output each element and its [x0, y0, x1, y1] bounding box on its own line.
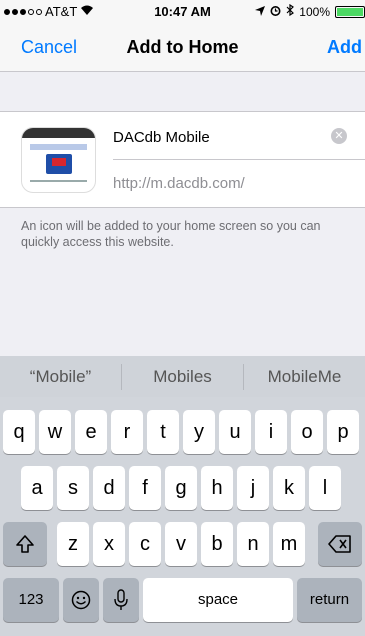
suggestion-bar: “Mobile” Mobiles MobileMe: [0, 356, 365, 397]
key-b[interactable]: b: [201, 522, 233, 566]
suggestion-1[interactable]: “Mobile”: [0, 356, 121, 397]
key-v[interactable]: v: [165, 522, 197, 566]
key-p[interactable]: p: [327, 410, 359, 454]
key-f[interactable]: f: [129, 466, 161, 510]
key-y[interactable]: y: [183, 410, 215, 454]
dictation-key[interactable]: [103, 578, 139, 622]
key-l[interactable]: l: [309, 466, 341, 510]
key-t[interactable]: t: [147, 410, 179, 454]
location-icon: [255, 5, 266, 19]
key-m[interactable]: m: [273, 522, 305, 566]
dacdb-logo-icon: [45, 154, 72, 174]
key-n[interactable]: n: [237, 522, 269, 566]
emoji-icon: [71, 590, 91, 610]
key-i[interactable]: i: [255, 410, 287, 454]
field-divider: [113, 159, 365, 160]
site-icon-preview: [21, 127, 96, 193]
key-z[interactable]: z: [57, 522, 89, 566]
add-button[interactable]: Add: [327, 37, 362, 58]
key-c[interactable]: c: [129, 522, 161, 566]
return-key[interactable]: return: [297, 578, 362, 622]
alarm-icon: [270, 5, 281, 19]
key-a[interactable]: a: [21, 466, 53, 510]
emoji-key[interactable]: [63, 578, 99, 622]
bookmark-name-input[interactable]: [113, 127, 328, 147]
bluetooth-icon: [286, 3, 295, 19]
clear-text-icon[interactable]: ✕: [331, 128, 347, 144]
battery-icon: [335, 5, 365, 18]
keyboard: “Mobile” Mobiles MobileMe q w e r t y u …: [0, 356, 365, 636]
key-s[interactable]: s: [57, 466, 89, 510]
battery-percent: 100%: [299, 4, 330, 19]
numbers-key[interactable]: 123: [3, 578, 59, 622]
status-right-group: 100%: [255, 3, 365, 19]
key-d[interactable]: d: [93, 466, 125, 510]
key-h[interactable]: h: [201, 466, 233, 510]
key-r[interactable]: r: [111, 410, 143, 454]
key-x[interactable]: x: [93, 522, 125, 566]
key-j[interactable]: j: [237, 466, 269, 510]
status-bar: AT&T 10:47 AM 100%: [0, 0, 365, 22]
help-text: An icon will be added to your home scree…: [21, 219, 321, 249]
backspace-key[interactable]: [318, 522, 362, 566]
microphone-icon: [114, 589, 128, 610]
shift-key[interactable]: [3, 522, 47, 566]
backspace-icon: [328, 535, 351, 553]
key-o[interactable]: o: [291, 410, 323, 454]
space-key[interactable]: space: [143, 578, 293, 622]
key-u[interactable]: u: [219, 410, 251, 454]
key-g[interactable]: g: [165, 466, 197, 510]
page-title: Add to Home: [126, 37, 239, 57]
key-k[interactable]: k: [273, 466, 305, 510]
bookmark-url: http://m.dacdb.com/: [113, 175, 245, 192]
suggestion-3[interactable]: MobileMe: [244, 356, 365, 397]
suggestion-2[interactable]: Mobiles: [122, 356, 243, 397]
shift-icon: [16, 535, 34, 553]
key-w[interactable]: w: [39, 410, 71, 454]
navigation-bar: Cancel Add to Home Add: [0, 22, 365, 72]
key-e[interactable]: e: [75, 410, 107, 454]
key-q[interactable]: q: [3, 410, 35, 454]
